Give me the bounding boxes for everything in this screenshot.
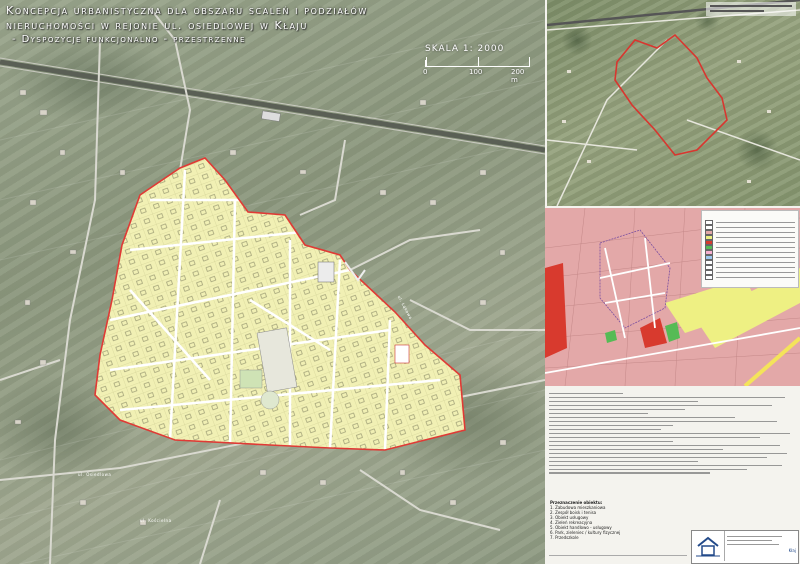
- map-title-line-2: nieruchomości w rejonie ul. osiedlowej w…: [6, 19, 308, 32]
- site-plan-drawing: [0, 7, 545, 564]
- locator-site-boundary: [614, 33, 728, 156]
- scale-tick-labels: 0 100 200 m: [423, 68, 530, 84]
- function-list: Przeznaczenie obiektu: 1. Zabudowa miesz…: [550, 500, 670, 540]
- right-panel: Przeznaczenie obiektu: 1. Zabudowa miesz…: [545, 0, 800, 564]
- main-aerial-map[interactable]: ul. Osiedlowa ul. Łąkowa ul. Kościelna K…: [0, 0, 545, 564]
- road-label: ul. Osiedlowa: [78, 472, 112, 477]
- map-title-block: Koncepcja urbanistyczna dla obszaru scal…: [6, 3, 545, 47]
- scale-bar-graphic: [425, 57, 530, 67]
- scale-label: SKALA 1: 2000: [425, 44, 505, 54]
- scale-bar: SKALA 1: 2000 0 100 200 m: [423, 44, 530, 84]
- function-item: 7. Przedszkole: [550, 535, 579, 540]
- title-box-text: Kłaj: [725, 531, 798, 563]
- scale-tick-200: 200 m: [511, 68, 525, 84]
- scale-tick-100: 100: [469, 68, 483, 76]
- zoning-legend: [701, 210, 799, 288]
- title-box-place: Kłaj: [788, 548, 796, 553]
- map-title-line-1: Koncepcja urbanistyczna dla obszaru scal…: [6, 4, 368, 17]
- footer-strip: [549, 552, 687, 560]
- locator-drawing: [547, 0, 800, 206]
- house-logo-icon: [692, 531, 725, 561]
- scale-tick-0: 0: [423, 68, 428, 76]
- locator-legend: [706, 2, 796, 16]
- drawing-title-box: Kłaj: [691, 530, 799, 564]
- zoning-plan-map[interactable]: [545, 208, 800, 386]
- locator-aerial-map[interactable]: [547, 0, 800, 206]
- road-label: ul. Kościelna: [140, 518, 172, 523]
